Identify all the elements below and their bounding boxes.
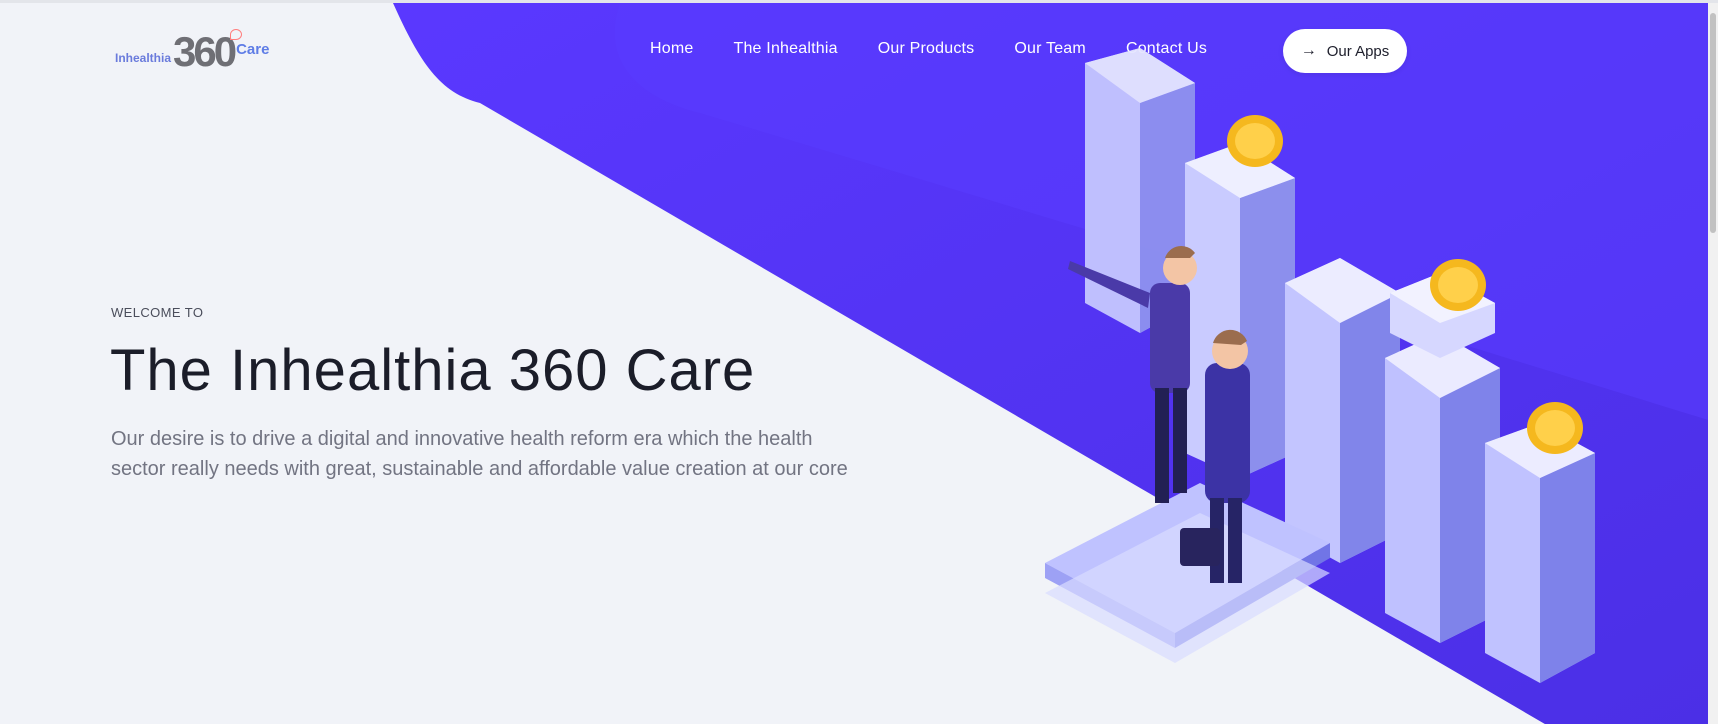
nav-link-the-inhealthia[interactable]: The Inhealthia (733, 40, 837, 58)
page-scrollbar[interactable] (1708, 3, 1718, 724)
site-logo[interactable]: Inhealthia 360 Care (115, 28, 270, 75)
chat-bubble-icon (230, 29, 243, 40)
bar-column-5 (1485, 423, 1595, 683)
page-frame: Inhealthia 360 Care Home The Inhealthia … (0, 0, 1718, 724)
hero-illustration (1045, 48, 1595, 683)
coin-icon (1430, 259, 1486, 311)
nav-link-home[interactable]: Home (650, 40, 693, 58)
bar-column-4 (1385, 273, 1500, 643)
hero-description: Our desire is to drive a digital and inn… (111, 428, 848, 480)
coin-icon (1527, 402, 1583, 454)
logo-text-inhealthia: Inhealthia (115, 51, 172, 65)
logo-care-label: Care (236, 41, 270, 58)
nav-link-our-products[interactable]: Our Products (878, 40, 975, 58)
bar-column-3 (1285, 258, 1400, 563)
coin-icon (1227, 115, 1283, 167)
scrollbar-thumb[interactable] (1710, 13, 1716, 233)
logo-text-care: Care (230, 29, 270, 58)
hero-title: The Inhealthia 360 Care (110, 338, 756, 403)
logo-text-360: 360 (173, 28, 237, 75)
hero-eyebrow: WELCOME TO (111, 305, 204, 320)
